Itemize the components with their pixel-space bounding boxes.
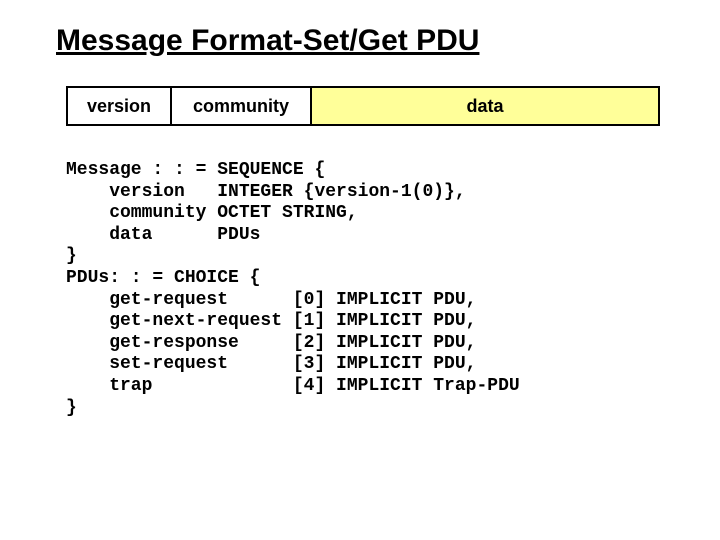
asn1-line: data PDUs <box>66 225 260 245</box>
slide: Message Format-Set/Get PDU version commu… <box>0 0 720 419</box>
field-data: data <box>312 86 660 126</box>
page-title: Message Format-Set/Get PDU <box>56 24 664 58</box>
asn1-line: set-request [3] IMPLICIT PDU, <box>66 354 476 374</box>
asn1-line: trap [4] IMPLICIT Trap-PDU <box>66 376 520 396</box>
field-version: version <box>66 86 172 126</box>
asn1-line: get-next-request [1] IMPLICIT PDU, <box>66 311 476 331</box>
asn1-line: community OCTET STRING, <box>66 203 358 223</box>
asn1-line: PDUs: : = CHOICE { <box>66 268 260 288</box>
asn1-line: get-request [0] IMPLICIT PDU, <box>66 290 476 310</box>
message-format-table: version community data <box>66 86 660 126</box>
asn1-line: } <box>66 398 77 418</box>
asn1-line: } <box>66 246 77 266</box>
asn1-definition: Message : : = SEQUENCE { version INTEGER… <box>66 160 664 419</box>
field-community: community <box>172 86 312 126</box>
asn1-line: Message : : = SEQUENCE { <box>66 160 325 180</box>
asn1-line: version INTEGER {version-1(0)}, <box>66 182 466 202</box>
asn1-line: get-response [2] IMPLICIT PDU, <box>66 333 476 353</box>
